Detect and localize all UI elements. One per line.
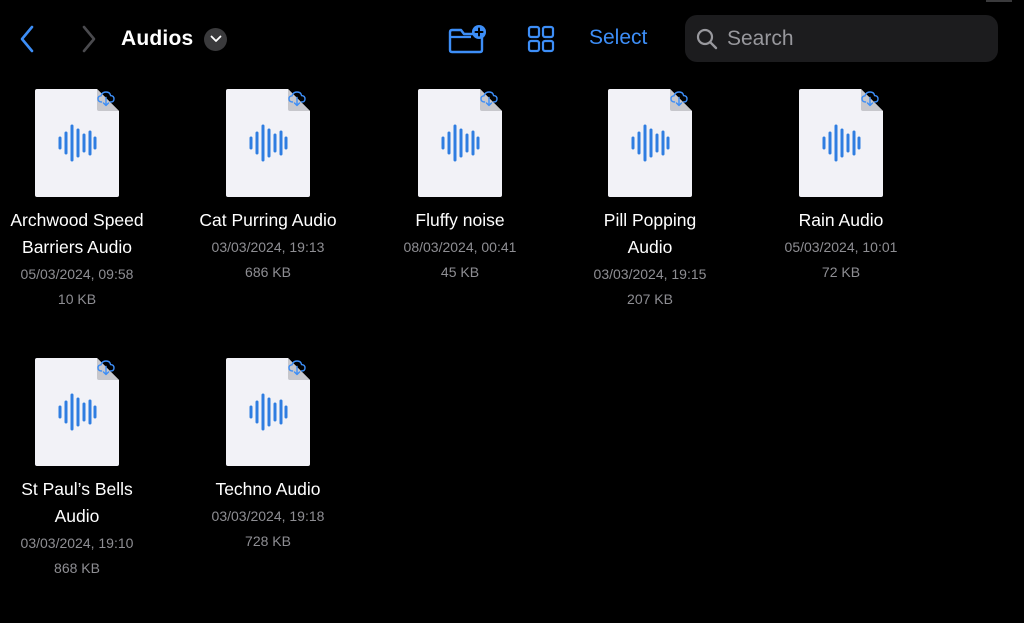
cloud-download-icon (288, 91, 306, 107)
title-menu[interactable]: Audios (121, 24, 228, 54)
file-date: 03/03/2024, 19:13 (211, 239, 325, 255)
waveform-icon (58, 123, 97, 163)
chevron-down-icon (210, 35, 222, 42)
forward-button[interactable] (74, 22, 104, 56)
cloud-download-icon (480, 91, 498, 107)
cloud-download-icon (670, 91, 688, 107)
grid-icon (527, 25, 555, 53)
file-date: 03/03/2024, 19:15 (593, 266, 707, 282)
search-input[interactable] (725, 25, 989, 52)
file-date: 03/03/2024, 19:18 (211, 508, 325, 524)
chevron-right-icon (82, 25, 96, 53)
file-item[interactable]: Fluffy noise 08/03/2024, 00:41 45 KB (370, 89, 550, 285)
audio-document-icon[interactable] (35, 358, 119, 466)
file-date: 05/03/2024, 09:58 (20, 266, 134, 282)
file-name[interactable]: St Paul’s Bells Audio (12, 476, 142, 530)
waveform-icon (822, 123, 861, 163)
file-name[interactable]: Pill Popping Audio (590, 207, 710, 261)
file-size: 207 KB (627, 291, 673, 307)
file-date: 03/03/2024, 19:10 (20, 535, 134, 551)
audio-document-icon[interactable] (35, 89, 119, 197)
new-folder-button[interactable] (446, 23, 488, 55)
file-size: 72 KB (821, 264, 861, 280)
cloud-download-icon (97, 360, 115, 376)
page-title: Audios (121, 27, 194, 50)
file-name[interactable]: Rain Audio (751, 207, 931, 234)
file-item[interactable]: Pill Popping Audio 03/03/2024, 19:15 207 K… (560, 89, 740, 312)
waveform-icon (631, 123, 670, 163)
file-name[interactable]: Archwood Speed Barriers Audio (2, 207, 152, 261)
file-name[interactable]: Fluffy noise (370, 207, 550, 234)
waveform-icon (441, 123, 480, 163)
toolbar: Audios Select (0, 0, 1024, 78)
file-size: 10 KB (57, 291, 97, 307)
search-icon (695, 27, 719, 51)
title-menu-button[interactable] (204, 27, 228, 51)
file-item[interactable]: St Paul’s Bells Audio 03/03/2024, 19:10 86… (0, 358, 167, 581)
cloud-download-icon (288, 360, 306, 376)
cloud-download-icon (97, 91, 115, 107)
waveform-icon (249, 392, 288, 432)
file-date: 08/03/2024, 00:41 (403, 239, 517, 255)
file-size: 686 KB (245, 264, 291, 280)
audio-document-icon[interactable] (799, 89, 883, 197)
audio-document-icon[interactable] (226, 89, 310, 197)
audio-document-icon[interactable] (608, 89, 692, 197)
select-button[interactable]: Select (589, 26, 647, 50)
back-button[interactable] (12, 22, 42, 56)
view-mode-button[interactable] (524, 24, 558, 54)
folder-plus-icon (448, 25, 486, 54)
file-item[interactable]: Techno Audio 03/03/2024, 19:18 728 KB (178, 358, 358, 554)
audio-document-icon[interactable] (418, 89, 502, 197)
chevron-left-icon (20, 25, 34, 53)
file-name[interactable]: Cat Purring Audio (178, 207, 358, 234)
search-field[interactable] (685, 15, 998, 62)
audio-document-icon[interactable] (226, 358, 310, 466)
file-size: 868 KB (54, 560, 100, 576)
file-name[interactable]: Techno Audio (178, 476, 358, 503)
file-item[interactable]: Cat Purring Audio 03/03/2024, 19:13 686 KB (178, 89, 358, 285)
file-item[interactable]: Rain Audio 05/03/2024, 10:01 72 KB (751, 89, 931, 285)
waveform-icon (58, 392, 97, 432)
waveform-icon (249, 123, 288, 163)
file-item[interactable]: Archwood Speed Barriers Audio 05/03/2024,… (0, 89, 167, 312)
cloud-download-icon (861, 91, 879, 107)
file-date: 05/03/2024, 10:01 (784, 239, 898, 255)
file-size: 728 KB (245, 533, 291, 549)
file-size: 45 KB (440, 264, 480, 280)
